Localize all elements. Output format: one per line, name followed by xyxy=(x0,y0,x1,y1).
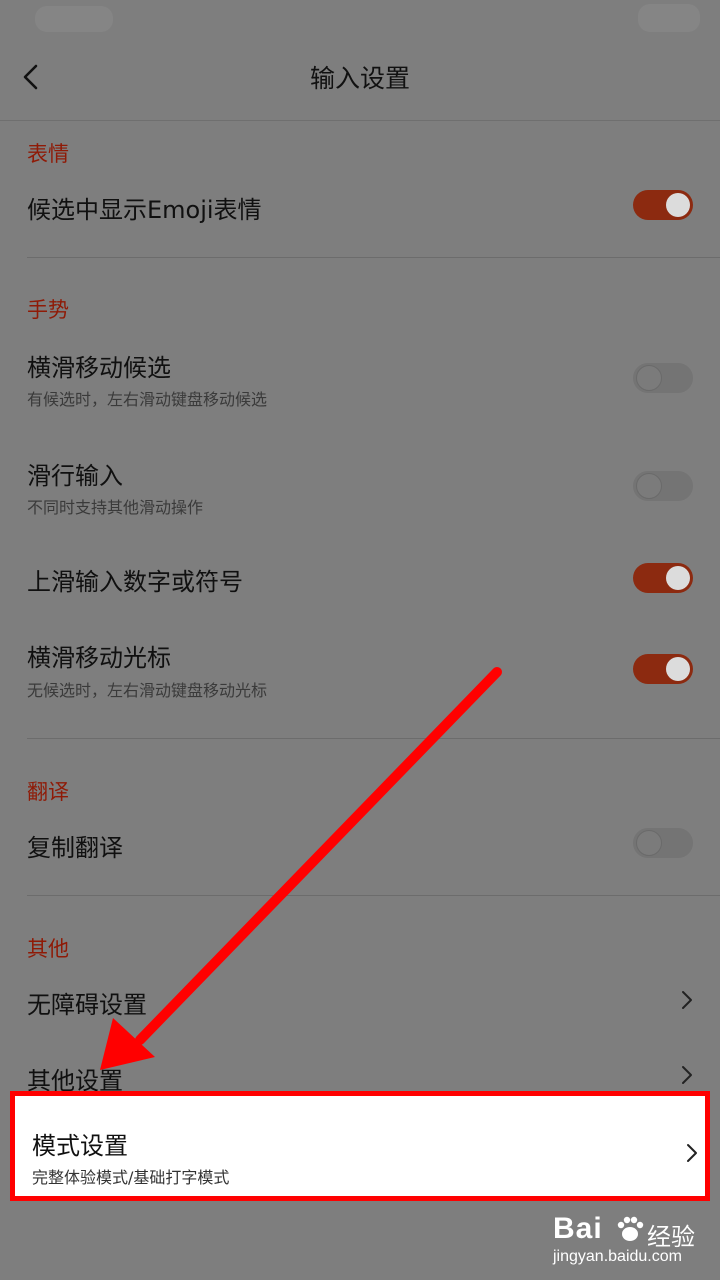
setting-label-swipe-up-digits: 上滑输入数字或符号 xyxy=(27,568,243,596)
baidu-watermark: Bai 经验 jingyan.baidu.com xyxy=(553,1212,713,1270)
setting-label-accessibility[interactable]: 无障碍设置 xyxy=(27,985,147,1020)
setting-sub-swipe-cursor: 无候选时，左右滑动键盘移动光标 xyxy=(27,681,268,700)
setting-sub-mode-settings: 完整体验模式/基础打字模式 xyxy=(32,1168,230,1187)
section-divider xyxy=(27,895,720,896)
toggle-swipe-cursor[interactable] xyxy=(633,654,693,684)
setting-label-glide-input: 滑行输入 xyxy=(27,462,123,490)
toggle-swipe-up-digits[interactable] xyxy=(633,563,693,593)
section-divider xyxy=(27,257,720,258)
watermark-url: jingyan.baidu.com xyxy=(553,1248,682,1265)
mode-settings-row-highlighted[interactable]: 模式设置 完整体验模式/基础打字模式 xyxy=(10,1091,710,1201)
section-title-translate: 翻译 xyxy=(27,780,69,804)
section-divider xyxy=(27,738,720,739)
header: 输入设置 xyxy=(0,36,720,121)
toggle-knob xyxy=(636,365,662,391)
baidu-logo: Bai xyxy=(553,1212,603,1245)
setting-label-swipe-candidates: 横滑移动候选 xyxy=(27,354,171,382)
chevron-right-icon[interactable] xyxy=(680,1064,694,1086)
chevron-right-icon[interactable] xyxy=(680,989,694,1011)
baidu-paw-icon xyxy=(617,1216,644,1241)
toggle-knob xyxy=(666,657,690,681)
setting-sub-swipe-candidates: 有候选时，左右滑动键盘移动候选 xyxy=(27,390,268,409)
section-title-emoji: 表情 xyxy=(27,142,69,166)
toggle-knob xyxy=(666,193,690,217)
status-bar-right-blurred xyxy=(638,4,700,32)
section-title-other: 其他 xyxy=(27,937,69,961)
page-title: 输入设置 xyxy=(309,64,410,93)
toggle-knob xyxy=(636,473,662,499)
toggle-glide-input[interactable] xyxy=(633,471,693,501)
toggle-knob xyxy=(666,566,690,590)
toggle-copy-translate[interactable] xyxy=(633,828,693,858)
toggle-knob xyxy=(636,830,662,856)
toggle-swipe-candidates[interactable] xyxy=(633,363,693,393)
setting-label-swipe-cursor: 横滑移动光标 xyxy=(27,644,171,672)
section-title-gesture: 手势 xyxy=(27,298,69,322)
setting-label-emoji-candidates: 候选中显示Emoji表情 xyxy=(27,196,262,224)
toggle-emoji-candidates[interactable] xyxy=(633,190,693,220)
setting-label-mode-settings: 模式设置 xyxy=(32,1132,128,1160)
status-bar-left-blurred xyxy=(35,6,113,32)
chevron-right-icon xyxy=(687,1144,697,1162)
setting-sub-glide-input: 不同时支持其他滑动操作 xyxy=(27,498,204,517)
watermark-brand: 经验 xyxy=(647,1223,695,1251)
status-bar xyxy=(0,0,720,36)
setting-label-copy-translate: 复制翻译 xyxy=(27,834,123,862)
